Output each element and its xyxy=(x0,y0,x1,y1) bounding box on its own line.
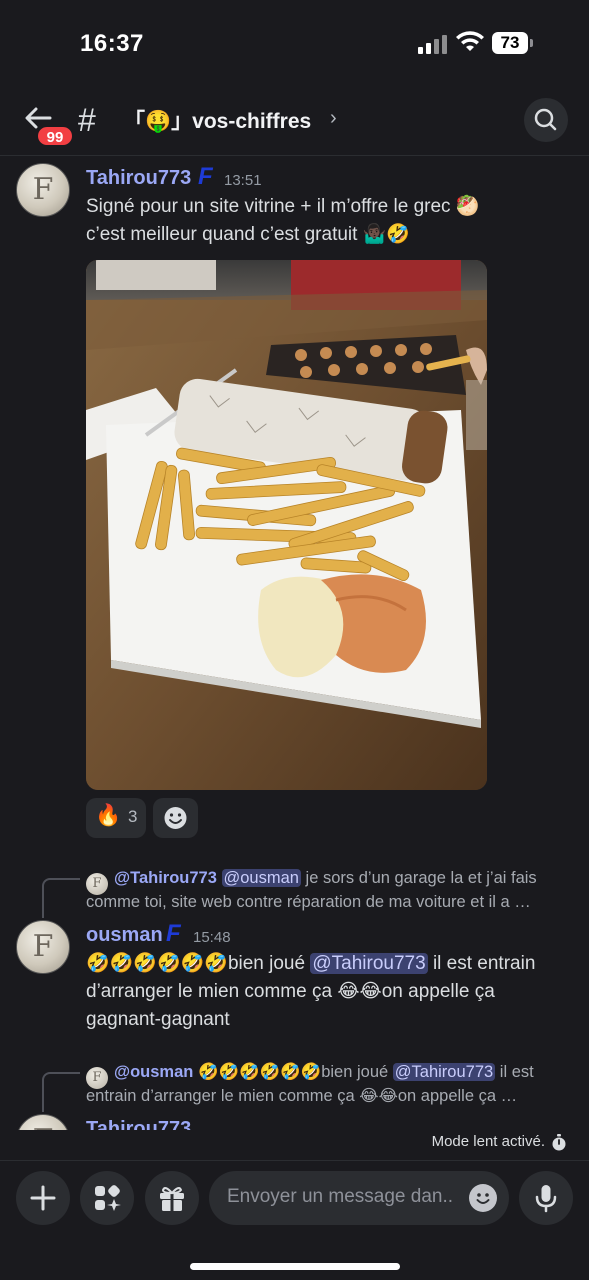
reply-preview-line2[interactable]: comme toi, site web contre réparation de… xyxy=(86,890,576,914)
message-timestamp: 13:51 xyxy=(224,172,262,189)
role-icon: F xyxy=(166,920,181,947)
message-line: gagnant-gagnant xyxy=(86,1009,230,1030)
apps-button[interactable] xyxy=(80,1171,134,1225)
gift-icon xyxy=(160,1187,184,1211)
timer-icon xyxy=(552,1134,566,1151)
message-author[interactable]: Tahirou773 xyxy=(86,167,191,190)
message-text: Signé pour un site vitrine + il m’offre … xyxy=(86,193,576,249)
voice-message-button[interactable] xyxy=(519,1171,573,1225)
mention[interactable]: @Tahirou773 xyxy=(310,953,428,974)
reply-text: 🤣🤣🤣🤣🤣🤣bien joué xyxy=(193,1063,393,1081)
add-reaction-button[interactable] xyxy=(153,798,198,838)
gift-button[interactable] xyxy=(145,1171,199,1225)
emoji-picker-icon[interactable] xyxy=(469,1184,497,1212)
reply-author: @Tahirou773 xyxy=(114,869,217,887)
battery-icon: 73 xyxy=(492,32,534,54)
reply-preview-line2[interactable]: entrain d’arranger le mien comme ça 😂😂on… xyxy=(86,1084,576,1108)
reply-author: @ousman xyxy=(114,1063,194,1081)
add-attachment-button[interactable] xyxy=(16,1171,70,1225)
message-line: Signé pour un site vitrine + il m’offre … xyxy=(86,196,480,217)
cellular-signal-icon xyxy=(418,34,448,54)
avatar[interactable]: F xyxy=(16,163,70,217)
message-line: 🤣🤣🤣🤣🤣🤣bien joué @Tahirou773 il est entra… xyxy=(86,953,536,974)
plus-icon xyxy=(30,1185,56,1211)
status-bar: 16:37 73 xyxy=(0,0,589,80)
message-author[interactable]: ousman xyxy=(86,924,163,947)
search-icon xyxy=(534,108,557,131)
channel-name[interactable]: 「🤑」vos-chiffres xyxy=(124,105,311,135)
role-icon: F xyxy=(198,163,213,190)
chevron-right-icon[interactable]: › xyxy=(330,107,337,130)
wifi-icon xyxy=(456,31,484,51)
unread-badge: 99 xyxy=(36,125,74,147)
slowmode-bar: Mode lent activé. xyxy=(0,1130,589,1160)
message-text: 🤣🤣🤣🤣🤣🤣bien joué @Tahirou773 il est entra… xyxy=(86,950,576,1034)
apps-icon xyxy=(95,1185,121,1211)
channel-header: 99 # 「🤑」vos-chiffres › xyxy=(0,90,589,156)
message-composer: Envoyer un message dan.. xyxy=(0,1160,589,1280)
slowmode-label: Mode lent activé. xyxy=(431,1133,545,1150)
reply-mention: @Tahirou773 xyxy=(392,1063,496,1081)
reaction-fire[interactable]: 🔥 3 xyxy=(86,798,146,838)
message-line: d’arranger le mien comme ça 😂😂on appelle… xyxy=(86,981,495,1002)
food-photo-image xyxy=(86,260,487,790)
search-button[interactable] xyxy=(524,98,568,142)
reply-text: je sors d’un garage la et j’ai fais xyxy=(305,869,537,887)
avatar[interactable]: F xyxy=(16,920,70,974)
battery-level: 73 xyxy=(492,32,528,54)
reply-connector xyxy=(42,1072,80,1112)
message-input-placeholder: Envoyer un message dan.. xyxy=(227,1186,454,1207)
smiley-icon xyxy=(164,807,187,829)
home-indicator[interactable] xyxy=(190,1263,400,1270)
reply-connector xyxy=(42,878,80,918)
attached-food-photo[interactable] xyxy=(86,260,487,790)
status-time: 16:37 xyxy=(80,30,144,57)
reply-mention: @ousman xyxy=(221,869,301,887)
microphone-icon xyxy=(535,1185,557,1213)
hash-icon: # xyxy=(78,102,96,138)
message-line: c’est meilleur quand c’est gratuit 🤷🏿‍♂️… xyxy=(86,224,411,245)
fire-icon: 🔥 xyxy=(95,804,122,827)
message-timestamp: 15:48 xyxy=(193,929,231,946)
message-input[interactable]: Envoyer un message dan.. xyxy=(209,1171,509,1225)
reaction-count: 3 xyxy=(128,807,138,826)
